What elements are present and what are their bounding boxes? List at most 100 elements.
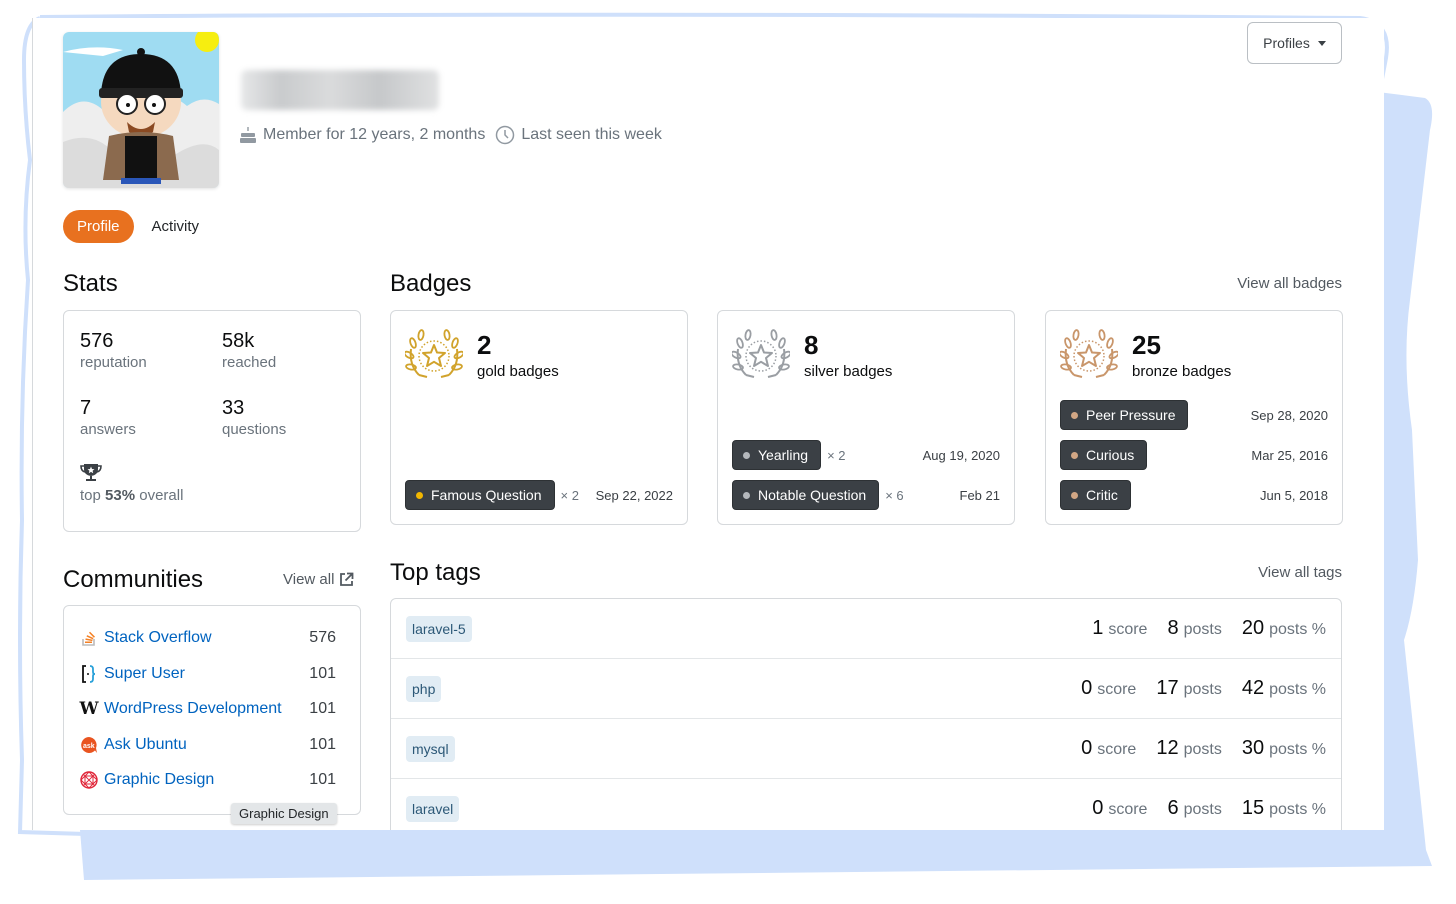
tag-score-unit: score (1097, 741, 1137, 758)
svg-text:ask: ask (83, 743, 95, 750)
community-row[interactable]: W WordPress Development 101 (79, 697, 336, 721)
tab-profile[interactable]: Profile (63, 210, 134, 243)
tag-posts-percent: 20 posts % (1242, 617, 1326, 640)
tooltip: Graphic Design (231, 803, 337, 824)
community-rep: 101 (309, 771, 336, 788)
badge-row: Famous Question × 2 Sep 22, 2022 (405, 480, 673, 510)
clock-icon (496, 125, 515, 145)
community-name[interactable]: WordPress Development (104, 700, 282, 718)
community-name[interactable]: Graphic Design (104, 771, 214, 789)
stat-label: answers (80, 421, 136, 438)
rank-suffix: overall (139, 487, 184, 504)
badge-dot-icon (416, 491, 423, 499)
badge-pill[interactable]: Critic (1060, 480, 1131, 510)
tag-posts-percent-unit: posts % (1269, 681, 1326, 698)
tag-posts-percent-unit: posts % (1269, 801, 1326, 818)
avatar[interactable] (63, 32, 219, 188)
stack-overflow-icon (80, 629, 98, 647)
community-row[interactable]: ask Ask Ubuntu 101 (80, 733, 336, 757)
badge-count: 2 (477, 330, 492, 360)
tag-score: 0 score (1092, 797, 1147, 820)
badge-name: Yearling (758, 447, 809, 463)
community-rep: 101 (309, 735, 336, 753)
stat-label: reputation (80, 354, 147, 371)
community-name[interactable]: Super User (104, 665, 185, 683)
last-seen: Last seen this week (521, 126, 662, 143)
top-tags-title: Top tags (390, 559, 481, 586)
tag-posts-unit: posts (1183, 741, 1222, 758)
view-all-communities-link[interactable]: View all (283, 571, 354, 588)
rank-value: 53% (105, 487, 136, 504)
badge-name: Curious (1086, 447, 1135, 463)
bronze-badges-card: 25 bronze badges Peer Pressure Sep 28, 2020… (1045, 310, 1343, 525)
community-name[interactable]: Ask Ubuntu (104, 736, 187, 754)
view-all-label: View all (283, 571, 335, 588)
community-row[interactable]: Super User 101 (80, 662, 336, 686)
badge-kind: bronze badges (1132, 363, 1232, 380)
badge-times: × 2 (827, 447, 846, 463)
stats-card: 576 reputation 58k reached 7 answers 33 … (63, 310, 361, 532)
tag-stats: 0 score 17 posts 42 posts % (1081, 677, 1326, 700)
badge-name: Critic (1086, 487, 1118, 503)
tag-score: 0 score (1081, 737, 1136, 760)
ask-ubuntu-icon: ask (80, 736, 98, 754)
badge-row: Notable Question × 6 Feb 21 (732, 480, 1000, 510)
badge-name: Notable Question (758, 487, 867, 503)
badge-row: Yearling × 2 Aug 19, 2020 (732, 440, 1000, 470)
tag-link[interactable]: mysql (406, 735, 455, 762)
profile-meta: Member for 12 years, 2 months Last seen … (239, 125, 662, 145)
badge-pill[interactable]: Famous Question (405, 480, 555, 510)
tag-posts-percent-value: 20 (1241, 617, 1265, 639)
communities-title: Communities (63, 566, 204, 593)
badge-dot-icon (1071, 451, 1078, 459)
badge-pill[interactable]: Yearling (732, 440, 822, 470)
community-rep: 576 (309, 629, 336, 646)
tag-posts-percent-value: 42 (1241, 677, 1265, 699)
stat-value: 576 (80, 330, 114, 352)
silver-badges-card: 8 silver badges Yearling × 2 Aug 19, 2020 Not… (717, 310, 1015, 525)
badge-dot-icon (743, 491, 750, 499)
bronze-badge-icon (1060, 329, 1118, 378)
badge-name: Peer Pressure (1086, 407, 1176, 423)
badge-date: Sep 22, 2022 (595, 487, 673, 503)
view-all-tags-link[interactable]: View all tags (1258, 564, 1342, 581)
tag-posts-percent-value: 15 (1241, 797, 1265, 819)
badge-header: 8 silver badges (732, 327, 892, 383)
tag-posts-unit: posts (1183, 621, 1222, 638)
stat-questions: 33 questions (222, 396, 286, 440)
stat-label: questions (222, 421, 287, 438)
badge-row: Peer Pressure Sep 28, 2020 (1060, 400, 1328, 430)
graphic-design-icon (80, 771, 98, 789)
badge-dot-icon (743, 451, 750, 459)
communities-card: Stack Overflow 576 Super User 101 W WordPress… (63, 605, 361, 815)
tag-posts: 17 posts (1156, 677, 1222, 700)
badge-header: 25 bronze badges (1060, 327, 1231, 383)
tab-activity[interactable]: Activity (152, 210, 214, 243)
badge-pill[interactable]: Notable Question (732, 480, 880, 510)
tag-posts-unit: posts (1183, 681, 1222, 698)
community-rep: 101 (309, 664, 336, 682)
community-row[interactable]: Stack Overflow 576 (80, 626, 336, 650)
badge-date: Aug 19, 2020 (922, 447, 1000, 463)
badge-count: 25 (1132, 330, 1161, 360)
badge-pill[interactable]: Curious (1060, 440, 1148, 470)
tag-link[interactable]: laravel-5 (406, 615, 472, 642)
stat-value: 58k (222, 330, 255, 352)
tag-score-unit: score (1108, 801, 1148, 818)
gold-badge-icon (405, 329, 463, 378)
community-row[interactable]: Graphic Design 101 (80, 768, 336, 792)
silver-badge-icon (732, 329, 790, 378)
tag-link[interactable]: laravel (406, 795, 460, 822)
tag-posts-percent: 30 posts % (1242, 737, 1326, 760)
tag-score-unit: score (1108, 621, 1148, 638)
avatar-image (63, 32, 219, 188)
badge-pill[interactable]: Peer Pressure (1060, 400, 1189, 430)
community-name[interactable]: Stack Overflow (104, 629, 212, 647)
badge-summary: 2 gold badges (477, 327, 559, 383)
profiles-dropdown-button[interactable]: Profiles (1247, 22, 1342, 64)
tag-posts-percent-unit: posts % (1269, 621, 1326, 638)
tag-link[interactable]: php (406, 675, 442, 702)
view-all-badges-link[interactable]: View all badges (1237, 275, 1342, 292)
username-blurred (241, 70, 439, 110)
rank-prefix: top (80, 487, 101, 504)
